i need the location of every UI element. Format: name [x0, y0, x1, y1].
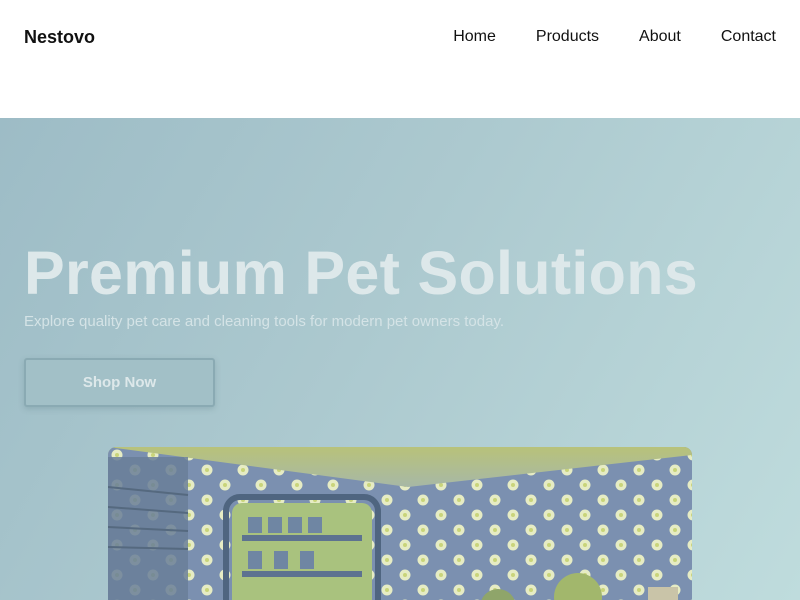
nav-link-contact[interactable]: Contact [721, 28, 776, 46]
site-logo[interactable]: Nestovo [24, 27, 95, 48]
main-nav: Home Products About Contact [453, 28, 776, 46]
pet-store-booth-image [108, 447, 692, 600]
site-header: Nestovo Home Products About Contact [0, 0, 800, 118]
nav-link-home[interactable]: Home [453, 28, 496, 46]
hero-image [108, 447, 692, 600]
hero-title: Premium Pet Solutions [24, 239, 699, 307]
hero-section: Premium Pet Solutions Explore quality pe… [0, 118, 800, 600]
nav-link-about[interactable]: About [639, 28, 681, 46]
shop-now-button[interactable]: Shop Now [24, 358, 215, 407]
hero-subtitle: Explore quality pet care and cleaning to… [24, 313, 504, 330]
nav-link-products[interactable]: Products [536, 28, 599, 46]
